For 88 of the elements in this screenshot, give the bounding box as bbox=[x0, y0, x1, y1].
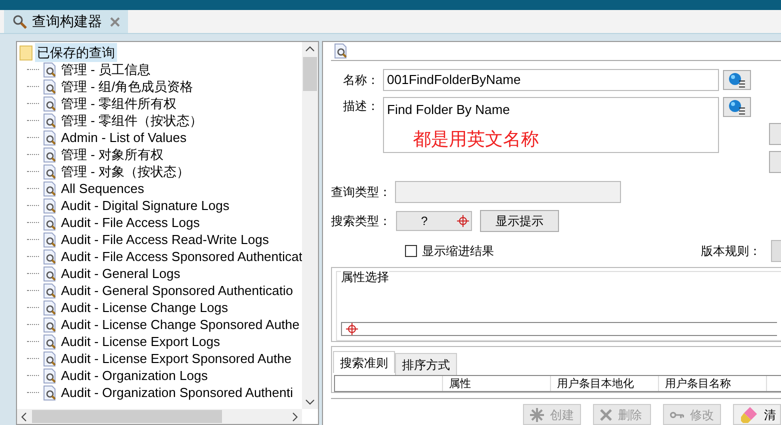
criteria-tab[interactable]: 搜索准则 bbox=[333, 351, 395, 373]
query-icon bbox=[42, 214, 58, 230]
query-icon bbox=[42, 266, 58, 282]
name-field[interactable]: 001FindFolderByName bbox=[383, 69, 719, 91]
vertical-scrollbar[interactable] bbox=[302, 42, 318, 409]
query-type-field[interactable] bbox=[395, 181, 621, 203]
tree-item[interactable]: Audit - File Access Sponsored Authenticat bbox=[61, 246, 302, 266]
tree-item[interactable]: 管理 - 对象所有权 bbox=[61, 144, 164, 164]
query-icon bbox=[42, 180, 58, 196]
tree-item[interactable]: Audit - General Sponsored Authenticatio bbox=[61, 280, 293, 300]
query-icon bbox=[42, 146, 58, 162]
tab-title: 查询构建器 bbox=[32, 12, 102, 31]
tree-item[interactable]: Audit - Organization Sponsored Authenti bbox=[61, 382, 293, 402]
globe-button[interactable] bbox=[723, 70, 751, 90]
tree-item[interactable]: Audit - File Access Logs bbox=[61, 212, 200, 232]
query-icon bbox=[42, 96, 58, 112]
attribute-field[interactable] bbox=[341, 322, 777, 336]
close-icon bbox=[600, 408, 612, 420]
side-button[interactable] bbox=[769, 123, 781, 145]
query-icon bbox=[42, 248, 58, 264]
star-icon bbox=[530, 408, 544, 422]
table-header-cell: 属性 bbox=[443, 376, 551, 391]
description-label: 描述： bbox=[342, 98, 380, 115]
editor-tab[interactable]: 查询构建器 bbox=[4, 10, 128, 33]
query-icon bbox=[42, 164, 58, 180]
query-icon bbox=[42, 62, 58, 78]
query-icon bbox=[42, 232, 58, 248]
description-field[interactable]: Find Folder By Name 都是用英文名称 bbox=[383, 97, 719, 153]
tree-item[interactable]: 管理 - 零组件所有权 bbox=[61, 94, 177, 114]
description-text: Find Folder By Name bbox=[387, 101, 511, 119]
tree-item[interactable]: Audit - License Export Logs bbox=[61, 332, 220, 352]
query-icon bbox=[333, 43, 349, 59]
table-header-cell: 用户条目名称 bbox=[659, 376, 767, 391]
tree-item[interactable]: 管理 - 员工信息 bbox=[61, 60, 151, 80]
query-icon bbox=[42, 334, 58, 350]
show-hint-button[interactable]: 显示提示 bbox=[480, 210, 559, 232]
query-icon bbox=[42, 282, 58, 298]
eraser-icon bbox=[740, 406, 758, 424]
tree-item[interactable]: Audit - General Logs bbox=[61, 264, 180, 284]
annotation-text: 都是用英文名称 bbox=[413, 128, 540, 150]
revision-rule-label: 版本规则： bbox=[701, 243, 761, 260]
tree-item[interactable]: Audit - License Change Logs bbox=[61, 298, 228, 318]
tree-item[interactable]: Audit - License Export Sponsored Authe bbox=[61, 348, 292, 368]
search-type-label: 搜索类型： bbox=[331, 213, 392, 230]
search-icon bbox=[12, 14, 28, 30]
search-type-dropdown[interactable]: ? bbox=[396, 211, 472, 231]
checkbox-label: 显示缩进结果 bbox=[422, 243, 494, 260]
query-icon bbox=[42, 316, 58, 332]
target-icon bbox=[457, 215, 469, 227]
query-icon bbox=[42, 300, 58, 316]
tree-item[interactable]: Admin - List of Values bbox=[61, 128, 186, 148]
tree-item[interactable]: Audit - License Change Sponsored Authe bbox=[61, 314, 300, 334]
revision-rule-field[interactable] bbox=[771, 240, 781, 262]
tree-item[interactable]: 管理 - 组/角色成员资格 bbox=[61, 76, 194, 96]
query-icon bbox=[42, 112, 58, 128]
tree-item[interactable]: Audit - File Access Read-Write Logs bbox=[61, 230, 269, 250]
side-button[interactable] bbox=[769, 151, 781, 173]
scroll-down-icon[interactable] bbox=[305, 398, 316, 406]
criteria-tab[interactable]: 排序方式 bbox=[395, 353, 457, 375]
tree-root[interactable]: 已保存的查询 bbox=[35, 42, 117, 62]
query-type-label: 查询类型： bbox=[331, 184, 392, 201]
tree-item[interactable]: Audit - Digital Signature Logs bbox=[61, 196, 230, 216]
indent-checkbox[interactable] bbox=[405, 245, 417, 257]
close-icon[interactable] bbox=[110, 16, 120, 26]
name-label: 名称： bbox=[342, 72, 380, 89]
target-icon bbox=[346, 323, 358, 335]
globe-button[interactable] bbox=[723, 97, 751, 117]
horizontal-scrollbar[interactable] bbox=[17, 409, 302, 424]
tree-item[interactable]: Audit - Organization Logs bbox=[61, 366, 208, 386]
group-title: 属性选择 bbox=[341, 268, 389, 286]
tree-item[interactable]: All Sequences bbox=[61, 178, 144, 198]
query-icon bbox=[42, 350, 58, 366]
query-icon bbox=[42, 368, 58, 384]
scroll-up-icon[interactable] bbox=[305, 45, 316, 53]
query-icon bbox=[42, 130, 58, 146]
scroll-left-icon[interactable] bbox=[20, 412, 28, 422]
tree-item[interactable]: 管理 - 零组件（按状态） bbox=[61, 110, 203, 130]
clear-button[interactable]: 清 bbox=[733, 404, 781, 425]
scroll-right-icon[interactable] bbox=[291, 412, 300, 422]
query-icon bbox=[42, 78, 58, 94]
folder-icon bbox=[19, 44, 33, 60]
tree-item[interactable]: 管理 - 对象（按状态） bbox=[61, 162, 190, 182]
key-icon bbox=[670, 410, 684, 420]
query-icon bbox=[42, 198, 58, 214]
scrollbar-thumb[interactable] bbox=[303, 57, 318, 91]
scrollbar-thumb[interactable] bbox=[32, 410, 222, 423]
table-header-cell: 用户条目本地化 bbox=[551, 376, 659, 391]
query-icon bbox=[42, 384, 58, 400]
